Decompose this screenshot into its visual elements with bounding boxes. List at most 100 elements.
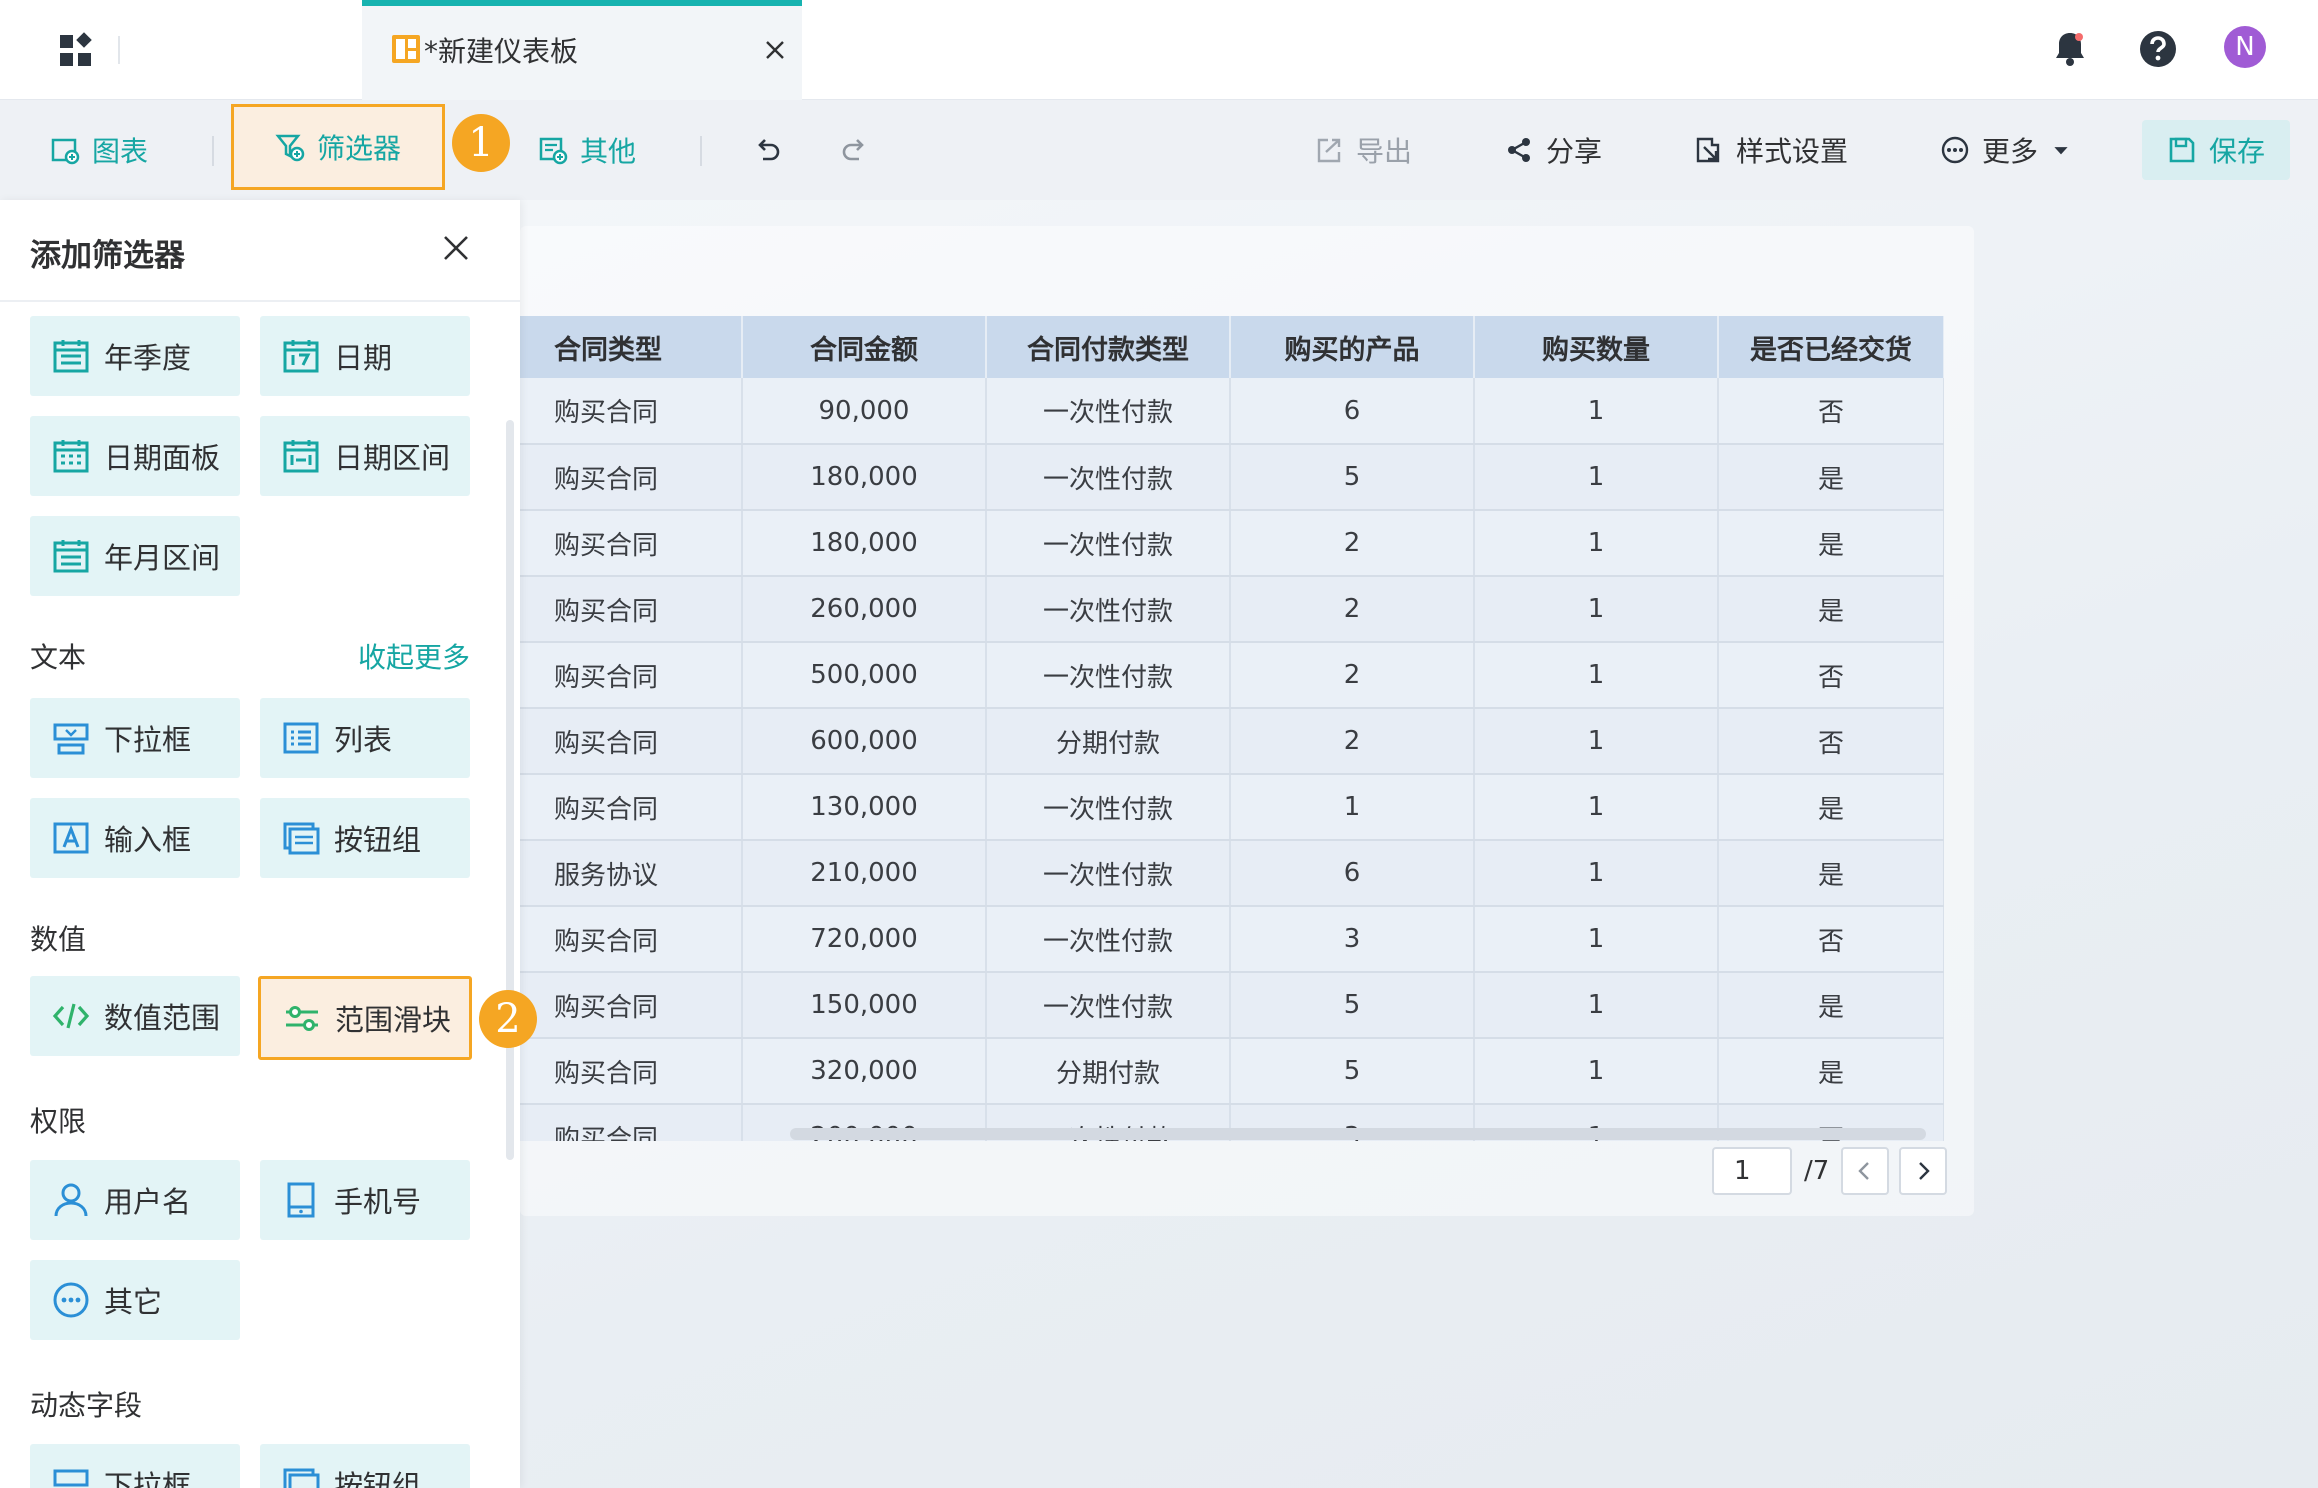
- collapse-more-link[interactable]: 收起更多: [358, 636, 470, 676]
- filter-year-quarter[interactable]: 年季度: [30, 316, 240, 396]
- divider: [118, 36, 120, 64]
- filter-button[interactable]: 筛选器: [231, 104, 445, 190]
- table-cell: 1: [1474, 510, 1719, 577]
- table-cell: 1: [1474, 378, 1719, 445]
- filter-date-range[interactable]: 日期区间: [260, 416, 470, 496]
- filter-icon: [275, 134, 305, 162]
- save-button[interactable]: 保存: [2142, 120, 2290, 180]
- page-total: /7: [1804, 1156, 1830, 1186]
- filter-month-range[interactable]: 年月区间: [30, 516, 240, 596]
- filter-number-range[interactable]: 数值范围: [30, 976, 240, 1056]
- more-label: 更多: [1982, 135, 2039, 168]
- redo-button[interactable]: [840, 124, 870, 176]
- filter-dynamic-button-group[interactable]: 按钮组: [260, 1444, 470, 1488]
- export-button[interactable]: 导出: [1314, 124, 1412, 176]
- filter-username[interactable]: 用户名: [30, 1160, 240, 1240]
- filter-range-slider[interactable]: 范围滑块: [258, 976, 472, 1060]
- horizontal-scrollbar[interactable]: [790, 1128, 1926, 1140]
- page-input[interactable]: 1: [1712, 1147, 1792, 1195]
- table-cell: 1: [1230, 774, 1475, 841]
- item-label: 年季度: [104, 341, 192, 375]
- chevron-down-icon: [2054, 147, 2068, 155]
- table-cell: 5: [1230, 972, 1475, 1039]
- calendar-icon: [53, 340, 89, 373]
- item-label: 数值范围: [104, 1001, 221, 1035]
- close-icon[interactable]: [762, 37, 788, 63]
- item-label: 其它: [104, 1285, 163, 1319]
- column-header[interactable]: 合同类型: [520, 316, 743, 378]
- bell-icon[interactable]: [2048, 27, 2092, 71]
- share-label: 分享: [1546, 135, 1603, 168]
- chart-icon: [51, 138, 80, 165]
- calendar-icon: [283, 440, 319, 473]
- table-cell: 是: [1718, 972, 1944, 1039]
- table-row: 购买合同 180,000 一次性付款 5 1 是: [520, 444, 1944, 511]
- user-icon: [54, 1183, 88, 1217]
- table-cell: 购买合同: [520, 444, 743, 511]
- table-cell: 3: [1230, 906, 1475, 973]
- table-row: 购买合同 720,000 一次性付款 3 1 否: [520, 906, 1944, 973]
- section-dynamic: 动态字段: [30, 1389, 143, 1422]
- tab-dashboard[interactable]: *新建仪表板: [362, 0, 802, 100]
- section-permission: 权限: [30, 1105, 87, 1138]
- share-icon: [1508, 138, 1530, 162]
- filter-label: 筛选器: [316, 132, 401, 165]
- item-label: 输入框: [104, 823, 192, 857]
- column-header[interactable]: 合同付款类型: [986, 316, 1231, 378]
- table-cell: 2: [1230, 708, 1475, 775]
- add-chart-button[interactable]: 图表: [50, 124, 148, 176]
- filter-input[interactable]: 输入框: [30, 798, 240, 878]
- dropdown-icon: [53, 723, 89, 755]
- prev-page-button[interactable]: [1841, 1147, 1890, 1195]
- filter-date-panel[interactable]: 日期面板: [30, 416, 240, 496]
- avatar[interactable]: N: [2224, 26, 2266, 68]
- column-header[interactable]: 是否已经交货: [1718, 316, 1944, 378]
- style-icon: [1696, 137, 1720, 163]
- table-cell: 否: [1718, 906, 1944, 973]
- column-header[interactable]: 购买数量: [1474, 316, 1719, 378]
- share-button[interactable]: 分享: [1504, 124, 1602, 176]
- other-button[interactable]: 其他: [538, 124, 636, 176]
- style-label: 样式设置: [1736, 135, 1849, 168]
- filter-phone[interactable]: 手机号: [260, 1160, 470, 1240]
- filter-dynamic-dropdown[interactable]: 下拉框: [30, 1444, 240, 1488]
- more-menu-button[interactable]: 更多: [1940, 124, 2072, 176]
- table-cell: 2: [1230, 576, 1475, 643]
- column-header[interactable]: 购买的产品: [1230, 316, 1475, 378]
- step-badge-1: 1: [452, 114, 510, 172]
- table-cell: 分期付款: [986, 708, 1231, 775]
- filter-button-group[interactable]: 按钮组: [260, 798, 470, 878]
- filter-date[interactable]: 日期: [260, 316, 470, 396]
- style-settings-button[interactable]: 样式设置: [1694, 124, 1848, 176]
- list-icon: [283, 722, 319, 754]
- apps-icon[interactable]: [54, 29, 98, 73]
- other-label: 其他: [580, 135, 637, 168]
- filter-other[interactable]: 其它: [30, 1260, 240, 1340]
- column-header[interactable]: 合同金额: [742, 316, 987, 378]
- top-bar: *新建仪表板 N: [0, 0, 2318, 100]
- filter-dropdown[interactable]: 下拉框: [30, 698, 240, 778]
- item-label: 下拉框: [104, 723, 192, 757]
- filter-list[interactable]: 列表: [260, 698, 470, 778]
- divider: [212, 136, 214, 166]
- table-cell: 是: [1718, 840, 1944, 907]
- table-cell: 购买合同: [520, 378, 743, 445]
- export-icon: [1317, 138, 1341, 163]
- table-cell: 1: [1474, 840, 1719, 907]
- close-icon[interactable]: [440, 232, 472, 264]
- table-cell: 一次性付款: [986, 444, 1231, 511]
- table-cell: 1: [1474, 906, 1719, 973]
- next-page-button[interactable]: [1899, 1147, 1948, 1195]
- table-cell: 购买合同: [520, 906, 743, 973]
- table-cell: 210,000: [742, 840, 987, 907]
- panel-scrollbar[interactable]: [506, 420, 514, 1160]
- undo-button[interactable]: [752, 124, 782, 176]
- section-number: 数值: [30, 923, 87, 956]
- table-cell: 一次性付款: [986, 576, 1231, 643]
- export-label: 导出: [1356, 135, 1413, 168]
- toolbar: 图表 筛选器 1 其他 导出 分享 样式设置 更多 保存: [0, 100, 2318, 200]
- table-cell: 一次性付款: [986, 510, 1231, 577]
- table-cell: 分期付款: [986, 1038, 1231, 1105]
- help-icon[interactable]: [2136, 27, 2180, 71]
- table-row: 购买合同 180,000 一次性付款 2 1 是: [520, 510, 1944, 577]
